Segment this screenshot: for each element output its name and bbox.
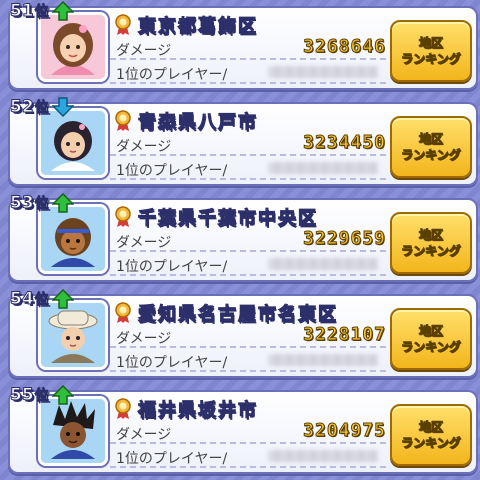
damage-label: ダメージ — [116, 43, 172, 59]
ranking-row: 55 位 福井県坂井市 ダメージ 3204975 1位のプレイヤー/ 地区 ラン… — [8, 384, 478, 474]
region-ranking-button[interactable]: 地区 ランキング — [390, 404, 472, 466]
rank-badge: 54 位 — [10, 288, 74, 310]
rank-number: 52 — [10, 97, 35, 118]
region-name: 愛知県名古屋市名東区 — [138, 304, 338, 326]
player-avatar — [38, 396, 108, 466]
ranking-row: 51 位 東京都葛飾区 ダメージ 3268646 1位のプレイヤー/ 地区 ラン… — [8, 0, 478, 90]
damage-label: ダメージ — [116, 235, 172, 251]
player-avatar — [38, 108, 108, 178]
player-avatar — [38, 204, 108, 274]
rank-badge: 51 位 — [10, 0, 74, 22]
top-player-label: 1位のプレイヤー/ — [116, 67, 228, 83]
rank-badge: 52 位 — [10, 96, 74, 118]
medal-icon — [115, 206, 131, 227]
damage-value: 3228107 — [303, 324, 386, 346]
button-label-line1: 地区 — [418, 132, 443, 147]
rank-suffix: 位 — [34, 100, 49, 117]
ranking-list: 51 位 東京都葛飾区 ダメージ 3268646 1位のプレイヤー/ 地区 ラン… — [0, 0, 480, 480]
medal-icon — [115, 302, 131, 323]
medal-icon — [115, 110, 131, 131]
rank-suffix: 位 — [34, 4, 49, 21]
medal-icon — [115, 398, 131, 419]
damage-value: 3268646 — [303, 36, 386, 58]
top-player-name-blurred — [268, 354, 378, 366]
button-label-line2: ランキング — [401, 244, 462, 259]
button-label-line1: 地区 — [418, 420, 443, 435]
rank-badge: 55 位 — [10, 384, 74, 406]
damage-value: 3229659 — [303, 228, 386, 250]
damage-value: 3204975 — [303, 420, 386, 442]
region-title: 愛知県名古屋市名東区 — [114, 300, 338, 326]
player-avatar — [38, 12, 108, 82]
rank-number: 53 — [10, 193, 35, 214]
region-title: 東京都葛飾区 — [114, 12, 258, 38]
rank-number: 54 — [10, 289, 35, 310]
trend-down-icon — [51, 97, 74, 117]
region-title: 青森県八戸市 — [114, 108, 258, 134]
damage-label: ダメージ — [116, 427, 172, 443]
top-player-name-blurred — [268, 258, 378, 270]
trend-up-icon — [51, 1, 74, 21]
region-ranking-button[interactable]: 地区 ランキング — [390, 116, 472, 178]
rank-number: 55 — [10, 385, 35, 406]
damage-label: ダメージ — [116, 331, 172, 347]
button-label-line1: 地区 — [418, 324, 443, 339]
button-label-line2: ランキング — [401, 148, 462, 163]
top-player-label: 1位のプレイヤー/ — [116, 451, 228, 467]
button-label-line1: 地区 — [418, 36, 443, 51]
region-ranking-button[interactable]: 地区 ランキング — [390, 308, 472, 370]
region-title: 千葉県千葉市中央区 — [114, 204, 318, 230]
ranking-row: 54 位 愛知県名古屋市名東区 ダメージ 3228107 1位のプレイヤー/ 地… — [8, 288, 478, 378]
medal-icon — [115, 14, 131, 35]
top-player-name-blurred — [268, 450, 378, 462]
rank-suffix: 位 — [34, 292, 49, 309]
region-name: 青森県八戸市 — [138, 112, 258, 134]
trend-up-icon — [51, 385, 74, 405]
top-player-label: 1位のプレイヤー/ — [116, 163, 228, 179]
ranking-row: 53 位 千葉県千葉市中央区 ダメージ 3229659 1位のプレイヤー/ 地区… — [8, 192, 478, 282]
rank-suffix: 位 — [34, 196, 49, 213]
rank-suffix: 位 — [34, 388, 49, 405]
region-ranking-button[interactable]: 地区 ランキング — [390, 20, 472, 82]
top-player-label: 1位のプレイヤー/ — [116, 259, 228, 275]
button-label-line1: 地区 — [418, 228, 443, 243]
region-name: 千葉県千葉市中央区 — [138, 208, 318, 230]
top-player-label: 1位のプレイヤー/ — [116, 355, 228, 371]
region-name: 福井県坂井市 — [138, 400, 258, 422]
damage-label: ダメージ — [116, 139, 172, 155]
ranking-row: 52 位 青森県八戸市 ダメージ 3234450 1位のプレイヤー/ 地区 ラン… — [8, 96, 478, 186]
player-avatar — [38, 300, 108, 370]
region-ranking-button[interactable]: 地区 ランキング — [390, 212, 472, 274]
top-player-name-blurred — [268, 66, 378, 78]
trend-up-icon — [51, 289, 74, 309]
button-label-line2: ランキング — [401, 52, 462, 67]
top-player-name-blurred — [268, 162, 378, 174]
rank-badge: 53 位 — [10, 192, 74, 214]
trend-up-icon — [51, 193, 74, 213]
rank-number: 51 — [10, 1, 35, 22]
region-title: 福井県坂井市 — [114, 396, 258, 422]
button-label-line2: ランキング — [401, 340, 462, 355]
region-name: 東京都葛飾区 — [138, 16, 258, 38]
damage-value: 3234450 — [303, 132, 386, 154]
button-label-line2: ランキング — [401, 436, 462, 451]
